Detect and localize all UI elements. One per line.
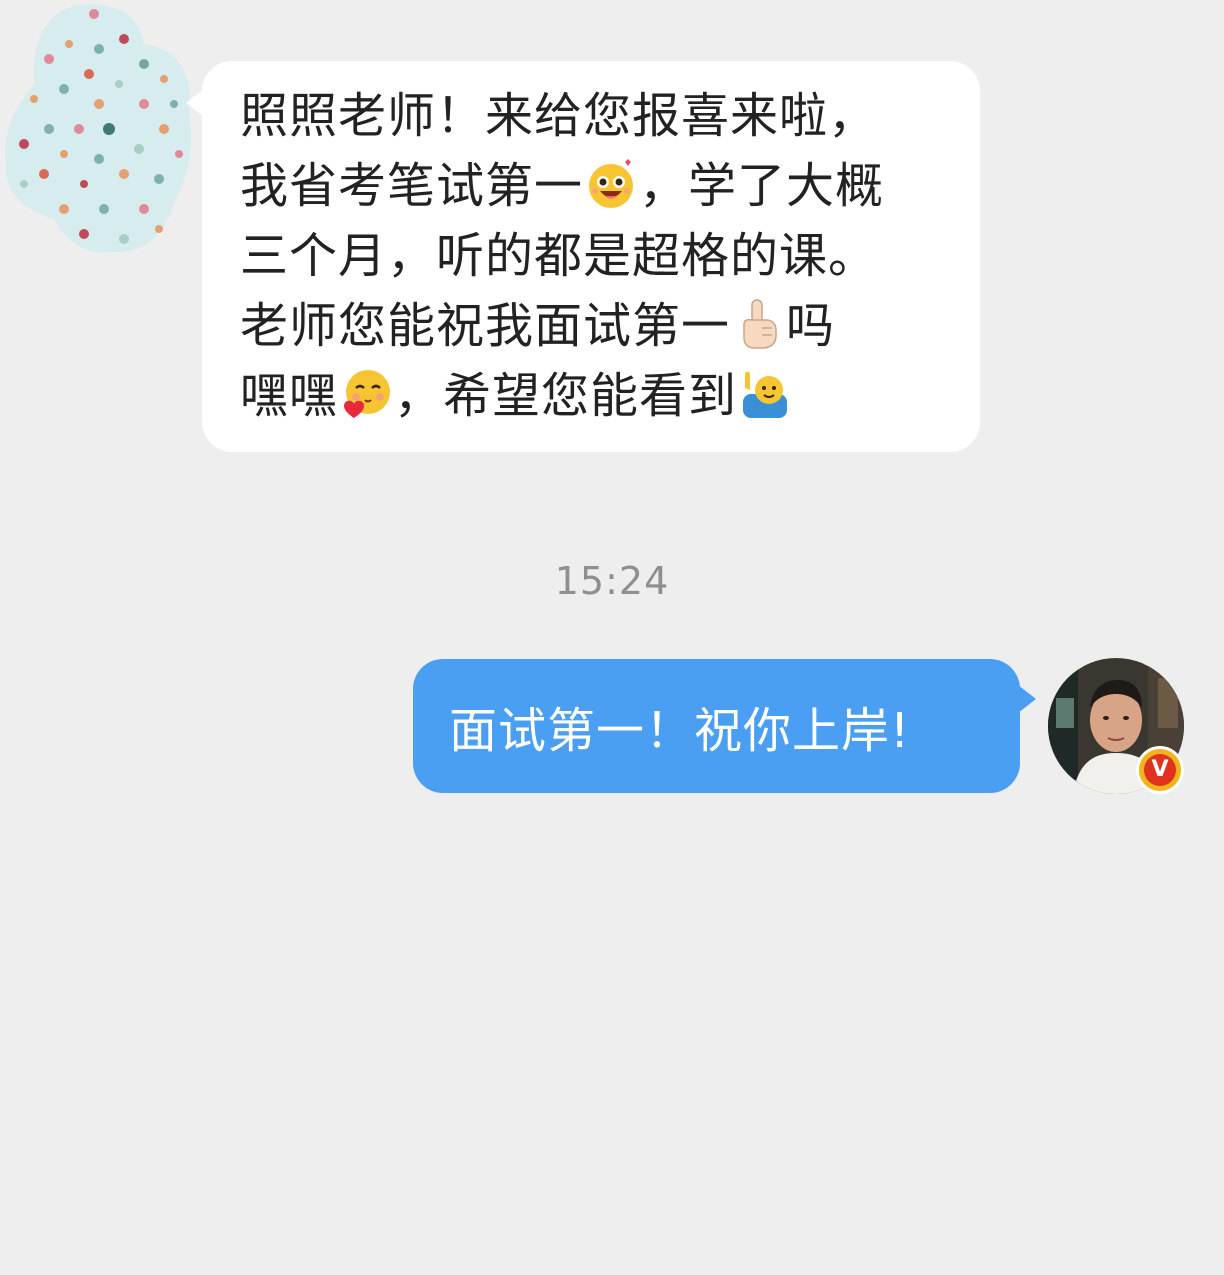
excited-face-icon (585, 158, 637, 210)
polka-dot-avatar-icon (5, 4, 192, 253)
message-text-segment: 我省考笔试第一 (240, 158, 584, 214)
sender-avatar-right[interactable]: V (1048, 658, 1184, 794)
verified-badge-label: V (1144, 754, 1176, 786)
outgoing-message-bubble[interactable]: 面试第一！祝你上岸! (413, 659, 1036, 793)
sender-avatar-left[interactable] (4, 4, 192, 254)
verified-badge-icon: V (1136, 746, 1184, 794)
message-text-segment: 三个月，听的都是超格的课。 (240, 228, 878, 284)
message-line: 嘿嘿 ，希望您能看到 (240, 361, 956, 431)
incoming-message-text: 照照老师！来给您报喜来啦， 我省考笔试第一 ，学了大概 三个月，听的都是超格的课。 老师… (240, 81, 956, 431)
message-line: 三个月，听的都是超格的课。 (240, 221, 956, 291)
message-text-segment: 嘿嘿 (240, 368, 339, 424)
message-text-segment: 吗 (786, 298, 836, 354)
message-line: 老师您能祝我面试第一吗 (240, 291, 956, 361)
blushing-heart-face-icon (340, 368, 392, 420)
raising-hand-icon (739, 368, 791, 420)
message-text-segment: ，学了大概 (639, 158, 885, 214)
index-pointing-up-icon (732, 298, 784, 350)
message-text-segment: 照照老师！来给您报喜来啦， (240, 88, 878, 144)
message-text-segment: ，希望您能看到 (394, 368, 738, 424)
message-line: 我省考笔试第一 ，学了大概 (240, 151, 956, 221)
incoming-message-bubble[interactable]: 照照老师！来给您报喜来啦， 我省考笔试第一 ，学了大概 三个月，听的都是超格的课。 老师… (186, 61, 980, 452)
message-line: 照照老师！来给您报喜来啦， (240, 81, 956, 151)
outgoing-message-text: 面试第一！祝你上岸! (449, 703, 911, 759)
message-text-segment: 老师您能祝我面试第一 (240, 298, 731, 354)
message-timestamp: 15:24 (554, 559, 670, 603)
